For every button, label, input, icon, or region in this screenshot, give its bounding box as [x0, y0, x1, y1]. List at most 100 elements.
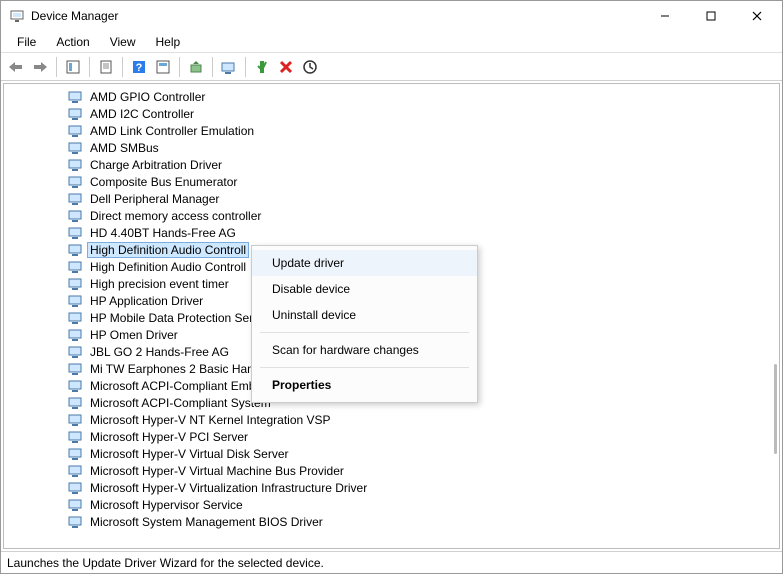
device-tree-item[interactable]: Dell Peripheral Manager [4, 190, 779, 207]
context-menu: Update driver Disable device Uninstall d… [251, 245, 478, 403]
show-hide-tree-button[interactable] [62, 56, 84, 78]
device-label: Microsoft Hyper-V Virtual Disk Server [88, 447, 291, 461]
device-tree-item[interactable]: Microsoft Hyper-V Virtual Machine Bus Pr… [4, 462, 779, 479]
menu-action[interactable]: Action [46, 33, 99, 51]
device-label: HP Omen Driver [88, 328, 180, 342]
device-label: Direct memory access controller [88, 209, 263, 223]
device-icon [68, 447, 84, 461]
device-label: JBL GO 2 Hands-Free AG [88, 345, 231, 359]
device-tree-item[interactable]: AMD I2C Controller [4, 105, 779, 122]
update-driver-button[interactable] [185, 56, 207, 78]
toolbar-separator [212, 57, 213, 77]
device-tree-item[interactable]: Microsoft Hyper-V Virtual Disk Server [4, 445, 779, 462]
ctx-separator [260, 367, 469, 368]
device-label: Composite Bus Enumerator [88, 175, 239, 189]
device-label: Microsoft System Management BIOS Driver [88, 515, 325, 529]
ctx-separator [260, 332, 469, 333]
device-label: Microsoft Hyper-V NT Kernel Integration … [88, 413, 333, 427]
device-icon [68, 294, 84, 308]
device-icon [68, 243, 84, 257]
device-label: High precision event timer [88, 277, 231, 291]
device-tree-item[interactable]: Microsoft Hyper-V PCI Server [4, 428, 779, 445]
device-icon [68, 311, 84, 325]
device-icon [68, 430, 84, 444]
device-icon [68, 226, 84, 240]
toolbar-separator [122, 57, 123, 77]
device-label: HD 4.40BT Hands-Free AG [88, 226, 238, 240]
minimize-button[interactable] [642, 1, 688, 31]
menu-view[interactable]: View [100, 33, 146, 51]
device-icon [68, 175, 84, 189]
device-tree-item[interactable]: Microsoft System Management BIOS Driver [4, 513, 779, 530]
device-tree-item[interactable]: AMD Link Controller Emulation [4, 122, 779, 139]
maximize-button[interactable] [688, 1, 734, 31]
device-icon [68, 328, 84, 342]
device-label: Microsoft Hyper-V Virtual Machine Bus Pr… [88, 464, 346, 478]
uninstall-device-button[interactable] [275, 56, 297, 78]
device-tree-item[interactable]: Composite Bus Enumerator [4, 173, 779, 190]
enable-device-button[interactable] [251, 56, 273, 78]
action-button[interactable] [152, 56, 174, 78]
device-icon [68, 209, 84, 223]
device-tree-item[interactable]: Charge Arbitration Driver [4, 156, 779, 173]
back-button[interactable] [5, 56, 27, 78]
device-icon [68, 498, 84, 512]
menu-help[interactable]: Help [146, 33, 191, 51]
status-bar: Launches the Update Driver Wizard for th… [1, 551, 782, 573]
device-tree-item[interactable]: Microsoft Hyper-V Virtualization Infrast… [4, 479, 779, 496]
device-icon [68, 124, 84, 138]
ctx-scan-hardware[interactable]: Scan for hardware changes [252, 337, 477, 363]
ctx-properties[interactable]: Properties [252, 372, 477, 398]
device-label: Microsoft Hyper-V PCI Server [88, 430, 250, 444]
device-icon [68, 158, 84, 172]
device-label: Microsoft Hypervisor Service [88, 498, 245, 512]
device-icon [68, 396, 84, 410]
device-icon [68, 90, 84, 104]
device-tree-item[interactable]: HD 4.40BT Hands-Free AG [4, 224, 779, 241]
device-tree-item[interactable]: Microsoft Hypervisor Service [4, 496, 779, 513]
toolbar-separator [179, 57, 180, 77]
device-tree-item[interactable]: Microsoft Hyper-V NT Kernel Integration … [4, 411, 779, 428]
disable-device-button[interactable] [299, 56, 321, 78]
device-icon [68, 413, 84, 427]
device-label: High Definition Audio Controll [88, 243, 248, 257]
device-icon [68, 379, 84, 393]
toolbar-separator [56, 57, 57, 77]
menu-file[interactable]: File [7, 33, 46, 51]
window-title: Device Manager [31, 9, 642, 23]
ctx-update-driver[interactable]: Update driver [252, 250, 477, 276]
status-text: Launches the Update Driver Wizard for th… [7, 556, 324, 570]
device-icon [68, 260, 84, 274]
device-icon [68, 362, 84, 376]
ctx-uninstall-device[interactable]: Uninstall device [252, 302, 477, 328]
close-button[interactable] [734, 1, 780, 31]
properties-button[interactable] [95, 56, 117, 78]
device-icon [68, 345, 84, 359]
toolbar: ? [1, 53, 782, 81]
device-icon [68, 515, 84, 529]
device-icon [68, 464, 84, 478]
device-icon [68, 141, 84, 155]
forward-button[interactable] [29, 56, 51, 78]
device-icon [68, 277, 84, 291]
device-label: HP Mobile Data Protection Ser [88, 311, 255, 325]
device-label: Microsoft ACPI-Compliant System [88, 396, 273, 410]
device-tree-item[interactable]: AMD GPIO Controller [4, 88, 779, 105]
ctx-disable-device[interactable]: Disable device [252, 276, 477, 302]
device-tree-item[interactable]: AMD SMBus [4, 139, 779, 156]
scrollbar-thumb[interactable] [774, 364, 777, 454]
app-icon [9, 8, 25, 24]
device-label: HP Application Driver [88, 294, 205, 308]
menubar: File Action View Help [1, 31, 782, 53]
scan-hardware-button[interactable] [218, 56, 240, 78]
device-label: AMD GPIO Controller [88, 90, 207, 104]
device-label: High Definition Audio Controll [88, 260, 248, 274]
device-label: AMD I2C Controller [88, 107, 196, 121]
device-label: AMD Link Controller Emulation [88, 124, 256, 138]
help-button[interactable]: ? [128, 56, 150, 78]
device-tree-item[interactable]: Direct memory access controller [4, 207, 779, 224]
toolbar-separator [245, 57, 246, 77]
device-label: AMD SMBus [88, 141, 161, 155]
svg-text:?: ? [136, 62, 143, 74]
toolbar-separator [89, 57, 90, 77]
